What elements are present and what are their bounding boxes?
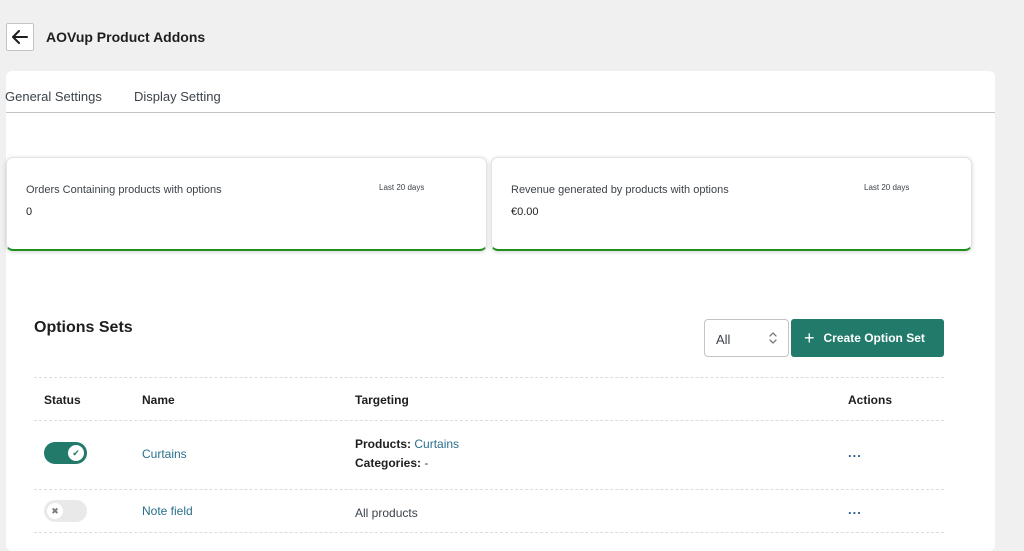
table-row: ✖ Note field All products ...	[34, 490, 944, 532]
app-title: AOVup Product Addons	[46, 29, 206, 45]
filter-value: All	[716, 332, 731, 347]
create-option-set-label: Create Option Set	[823, 331, 925, 345]
targeting-cell: Products: Curtains Categories: -	[355, 435, 459, 473]
top-bar: AOVup Product Addons	[0, 0, 1024, 70]
plus-icon: +	[804, 328, 815, 348]
check-icon: ✔	[68, 445, 84, 461]
column-targeting: Targeting	[355, 393, 409, 407]
tab-general-settings[interactable]: General Settings	[5, 89, 102, 104]
option-set-name-link[interactable]: Note field	[142, 504, 193, 518]
products-label: Products:	[355, 437, 412, 451]
option-set-name-link[interactable]: Curtains	[142, 447, 187, 461]
main-panel: General Settings Display Setting Orders …	[5, 71, 995, 551]
chevron-updown-icon	[769, 332, 777, 344]
table-divider	[34, 532, 944, 533]
column-name: Name	[142, 393, 175, 407]
status-filter-select[interactable]: All	[704, 319, 789, 357]
stat-period: Last 20 days	[379, 183, 425, 192]
orders-stat-card: Orders Containing products with options …	[6, 157, 487, 251]
arrow-left-icon	[12, 30, 28, 44]
categories-value: -	[424, 456, 429, 470]
stat-label: Orders Containing products with options	[26, 184, 222, 196]
status-toggle[interactable]: ✖	[44, 500, 87, 522]
close-icon: ✖	[47, 503, 63, 519]
back-button[interactable]	[6, 23, 34, 51]
revenue-stat-card: Revenue generated by products with optio…	[491, 157, 972, 251]
options-sets-title: Options Sets	[34, 319, 133, 336]
table-header: Status Name Targeting Actions	[34, 378, 944, 420]
column-status: Status	[44, 393, 81, 407]
table-row: ✔ Curtains Products: Curtains Categories…	[34, 421, 944, 489]
more-actions-icon[interactable]: ...	[848, 502, 862, 517]
stat-label: Revenue generated by products with optio…	[511, 184, 729, 196]
product-link[interactable]: Curtains	[414, 437, 459, 451]
categories-label: Categories:	[355, 456, 422, 470]
status-toggle[interactable]: ✔	[44, 442, 87, 464]
stat-value: €0.00	[511, 206, 539, 218]
tab-display-setting[interactable]: Display Setting	[134, 89, 221, 104]
create-option-set-button[interactable]: + Create Option Set	[791, 319, 944, 357]
settings-tabs: General Settings Display Setting	[5, 71, 995, 113]
option-sets-table: Status Name Targeting Actions ✔ Curtains…	[34, 377, 944, 533]
targeting-cell: All products	[355, 506, 418, 520]
stat-value: 0	[26, 206, 33, 218]
more-actions-icon[interactable]: ...	[848, 445, 862, 460]
column-actions: Actions	[848, 393, 893, 407]
stat-period: Last 20 days	[864, 183, 910, 192]
